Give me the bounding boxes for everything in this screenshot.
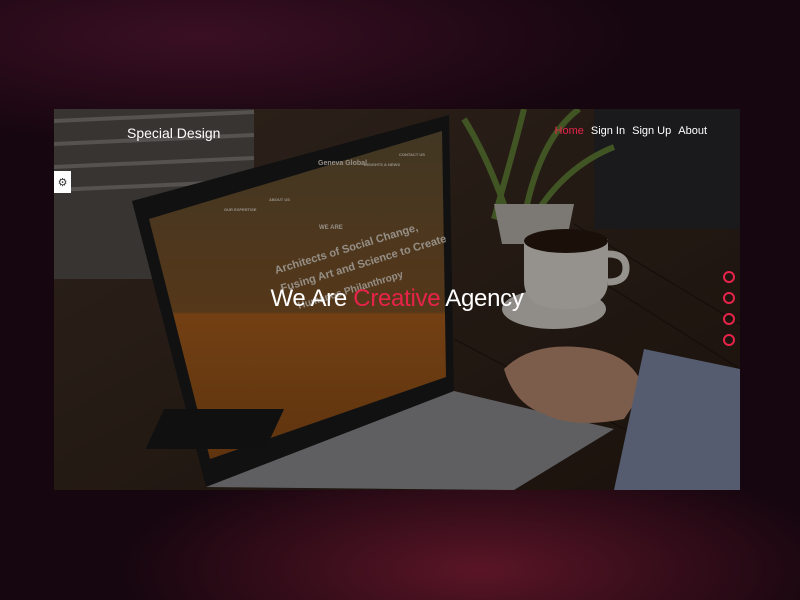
- main-menu: Home Sign In Sign Up About: [555, 125, 707, 137]
- hero-section: Geneva Global OUR EXPERTISE ABOUT US INS…: [54, 109, 740, 490]
- hero-title: We Are Creative Agency: [54, 285, 740, 313]
- slider-bullet-2[interactable]: [723, 292, 735, 304]
- hero-title-prefix: We Are: [270, 285, 354, 312]
- nav-item-about[interactable]: About: [678, 125, 707, 137]
- slider-bullet-4[interactable]: [723, 334, 735, 346]
- settings-toggle-button[interactable]: ⚙: [54, 171, 71, 193]
- slider-bullets: [723, 271, 735, 346]
- nav-item-sign-in[interactable]: Sign In: [591, 125, 625, 137]
- gear-icon: ⚙: [57, 176, 68, 189]
- slider-bullet-3[interactable]: [723, 313, 735, 325]
- slider-bullet-1[interactable]: [723, 271, 735, 283]
- hero-title-suffix: Agency: [440, 285, 524, 312]
- hero-title-highlight: Creative: [353, 285, 441, 312]
- nav-item-home[interactable]: Home: [555, 125, 584, 137]
- top-navbar: Special Design Home Sign In Sign Up Abou…: [54, 109, 740, 155]
- site-logo[interactable]: Special Design: [127, 125, 220, 141]
- nav-item-sign-up[interactable]: Sign Up: [632, 125, 671, 137]
